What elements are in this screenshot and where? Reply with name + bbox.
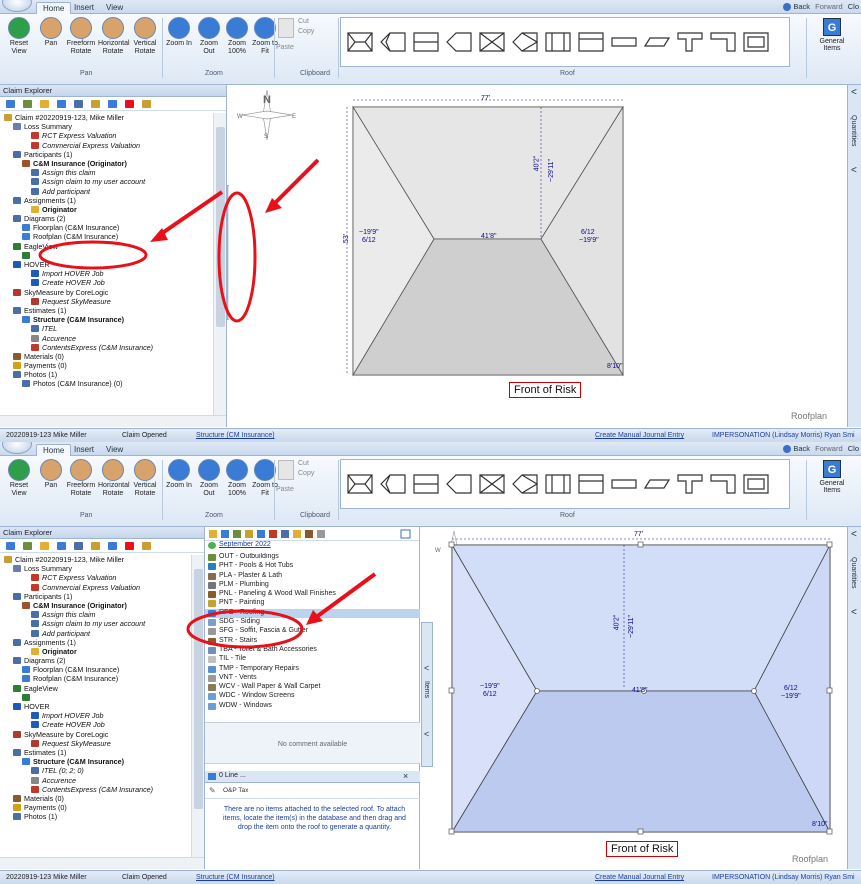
status-claim[interactable]: 20220919-123 Mike Miller <box>6 432 87 439</box>
impersonation-link[interactable]: IMPERSONATION (Lindsay Morris) Ryan Smi <box>712 874 855 881</box>
annotation-arrow <box>156 190 224 238</box>
status-opened[interactable]: Claim Opened <box>122 432 167 439</box>
screenshot-top: Home Insert View Back Forward Clo Reset … <box>0 0 861 442</box>
journal-entry-link[interactable]: Create Manual Journal Entry <box>595 432 684 439</box>
annotation-overlay <box>186 572 377 649</box>
annotation-ellipse <box>38 240 148 270</box>
status-claim[interactable]: 20220919-123 Mike Miller <box>6 874 87 881</box>
screenshot-bottom: Home Insert View Back Forward Clo Reset … <box>0 442 861 884</box>
impersonation-link[interactable]: IMPERSONATION (Lindsay Morris) Ryan Smi <box>712 432 855 439</box>
status-structure-link[interactable]: Structure (CM Insurance) <box>196 874 275 881</box>
annotation-arrow <box>270 158 320 208</box>
annotation-overlay <box>38 158 320 323</box>
status-bar: 20220919-123 Mike Miller Claim Opened St… <box>0 870 861 884</box>
status-bar: 20220919-123 Mike Miller Claim Opened St… <box>0 428 861 442</box>
status-opened[interactable]: Claim Opened <box>122 874 167 881</box>
annotation-arrow <box>313 572 377 620</box>
status-structure-link[interactable]: Structure (CM Insurance) <box>196 432 275 439</box>
annotation-ellipse <box>186 609 304 649</box>
annotation-ellipse <box>217 191 257 323</box>
journal-entry-link[interactable]: Create Manual Journal Entry <box>595 874 684 881</box>
